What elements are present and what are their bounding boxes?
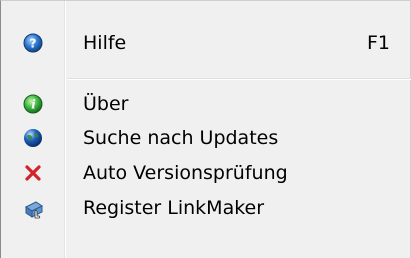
menu-item-shortcut: F1 <box>367 32 391 54</box>
menu-item-label: Hilfe <box>83 32 127 54</box>
menu-separator <box>67 78 411 80</box>
globe-icon <box>23 128 43 148</box>
menu-item-hilfe[interactable]: ? Hilfe F1 <box>1 26 411 60</box>
menu-item-register[interactable]: Register LinkMaker <box>1 191 411 225</box>
menu-item-label: Suche nach Updates <box>83 127 279 149</box>
menu-item-ueber[interactable]: i Über <box>1 87 411 121</box>
svg-text:i: i <box>31 98 36 112</box>
help-icon: ? <box>23 33 43 53</box>
context-menu: ? Hilfe F1 i Über Suche nach Updates Aut… <box>0 0 411 258</box>
register-icon <box>23 198 43 219</box>
red-x-icon <box>23 163 43 183</box>
menu-item-label: Über <box>83 93 129 115</box>
menu-item-label: Register LinkMaker <box>83 197 265 219</box>
info-icon: i <box>23 94 43 114</box>
menu-item-auto-version-check[interactable]: Auto Versionsprüfung <box>1 156 411 190</box>
menu-item-label: Auto Versionsprüfung <box>83 162 288 184</box>
svg-text:?: ? <box>30 37 37 51</box>
menu-item-updates[interactable]: Suche nach Updates <box>1 121 411 155</box>
